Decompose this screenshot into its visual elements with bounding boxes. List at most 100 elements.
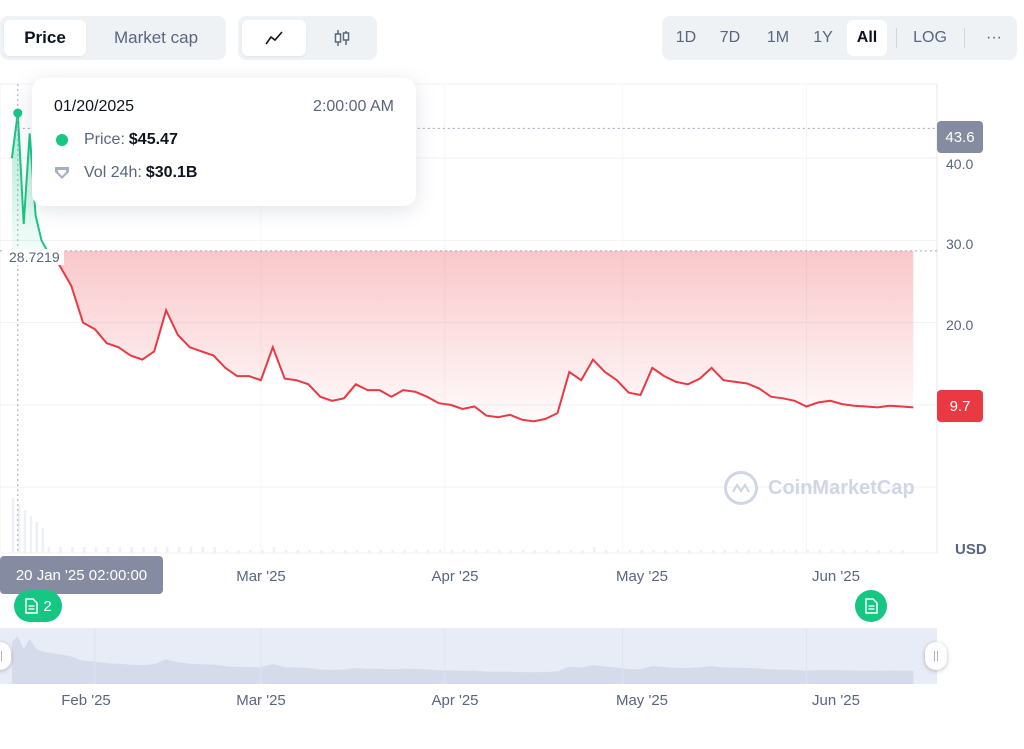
volume-bar xyxy=(94,547,98,553)
volume-bar xyxy=(782,550,786,553)
watermark-text: CoinMarketCap xyxy=(768,476,915,499)
volume-bar xyxy=(415,550,418,553)
volume-bar xyxy=(23,510,27,553)
volume-bar xyxy=(640,550,643,553)
volume-bar xyxy=(510,550,513,553)
navigator-tick-label: May '25 xyxy=(615,692,669,709)
volume-bar xyxy=(853,550,857,553)
volume-bar xyxy=(474,550,477,553)
tooltip-vol-label: Vol 24h: xyxy=(84,164,142,181)
baseline-label: 28.7219 xyxy=(5,249,64,265)
navigator-tick-label: Feb '25 xyxy=(61,692,111,709)
volume-bar xyxy=(367,550,371,553)
navigator-tick-label: Apr '25 xyxy=(431,692,479,709)
volume-bar xyxy=(687,550,691,553)
volume-bar xyxy=(201,547,205,553)
volume-bar xyxy=(498,550,501,553)
volume-bar xyxy=(296,550,300,553)
volume-bar xyxy=(213,547,216,553)
navigator-tick-label: Mar '25 xyxy=(236,692,286,709)
volume-bar xyxy=(616,550,620,553)
volume-bar xyxy=(865,550,869,553)
volume-icon xyxy=(55,167,69,179)
volume-bar xyxy=(154,547,157,553)
x-tick-label: Mar '25 xyxy=(236,568,286,585)
volume-bar xyxy=(830,550,833,553)
volume-bar xyxy=(770,550,774,553)
volume-bar xyxy=(320,550,323,553)
price-dot-icon xyxy=(56,134,68,146)
volume-bar xyxy=(438,550,442,553)
x-tick-label: Jun '25 xyxy=(812,568,860,585)
hover-point xyxy=(13,108,23,118)
document-icon xyxy=(865,598,878,614)
y-tick-label: 40.0 xyxy=(946,156,974,172)
volume-bar xyxy=(901,550,904,553)
volume-bar xyxy=(699,550,703,553)
volume-bar xyxy=(711,550,715,553)
volume-bar xyxy=(533,550,537,553)
volume-bar xyxy=(130,547,133,553)
volume-bar xyxy=(889,550,893,553)
volume-bar xyxy=(272,547,276,553)
navigator-right-handle[interactable]: || xyxy=(925,642,947,670)
volume-bar xyxy=(355,550,359,553)
volume-bar xyxy=(557,550,560,553)
volume-bar xyxy=(166,547,169,553)
volume-bar xyxy=(237,550,240,553)
volume-bar xyxy=(735,550,738,553)
x-tick-label: Apr '25 xyxy=(431,568,479,585)
news-marker[interactable]: 2 xyxy=(14,590,62,622)
volume-bar xyxy=(391,550,394,553)
x-tick-label: May '25 xyxy=(615,568,669,585)
news-count: 2 xyxy=(43,597,52,615)
volume-bar xyxy=(225,550,228,553)
volume-bar xyxy=(759,550,762,553)
tooltip-price-label: Price: xyxy=(84,131,125,148)
volume-bar xyxy=(332,550,335,553)
volume-bar xyxy=(569,550,572,553)
navigator-tick-label: Jun '25 xyxy=(812,692,860,709)
volume-bar xyxy=(581,550,584,553)
y-tick-label: 20.0 xyxy=(946,317,974,333)
volume-bar xyxy=(177,547,181,553)
tooltip-volume-row: Vol 24h: $30.1B xyxy=(54,164,197,182)
volume-bar xyxy=(450,550,454,553)
volume-bar xyxy=(486,550,489,553)
volume-bar xyxy=(260,550,264,553)
volume-bar xyxy=(379,550,383,553)
volume-bar xyxy=(142,547,145,553)
volume-bar xyxy=(521,550,525,553)
coinmarketcap-logo-icon xyxy=(724,471,758,505)
volume-bar xyxy=(462,550,466,553)
volume-bar xyxy=(343,550,347,553)
tooltip-date: 01/20/2025 xyxy=(54,98,135,115)
news-marker[interactable] xyxy=(855,590,887,622)
volume-bar xyxy=(806,550,810,553)
volume-bar xyxy=(11,498,15,553)
tooltip-price-value: $45.47 xyxy=(128,131,178,148)
volume-bar xyxy=(794,550,798,553)
watermark: CoinMarketCap xyxy=(724,471,915,505)
volume-bar xyxy=(628,550,632,553)
volume-bar xyxy=(83,547,86,553)
area-below-baseline xyxy=(47,250,914,422)
hover-time-badge: 20 Jan '25 02:00:00 xyxy=(0,556,163,594)
volume-bar xyxy=(29,516,33,553)
volume-bar xyxy=(106,547,110,553)
volume-bar xyxy=(47,547,50,553)
volume-bar xyxy=(189,547,193,553)
current-price-badge: 9.7 xyxy=(937,390,983,422)
volume-bar xyxy=(426,550,430,553)
volume-bar xyxy=(723,550,727,553)
volume-bar xyxy=(604,550,608,553)
hover-tooltip: 01/20/2025 2:00:00 AM Price: $45.47 Vol … xyxy=(32,78,416,206)
volume-bar xyxy=(747,550,750,553)
y-tick-label: 30.0 xyxy=(946,236,974,252)
volume-bar xyxy=(593,547,596,553)
volume-bar xyxy=(652,550,655,553)
tooltip-price-row: Price: $45.47 xyxy=(54,131,178,149)
volume-bar xyxy=(249,550,252,553)
hover-price-badge: 43.6 xyxy=(937,121,983,153)
tooltip-vol-value: $30.1B xyxy=(145,164,198,181)
